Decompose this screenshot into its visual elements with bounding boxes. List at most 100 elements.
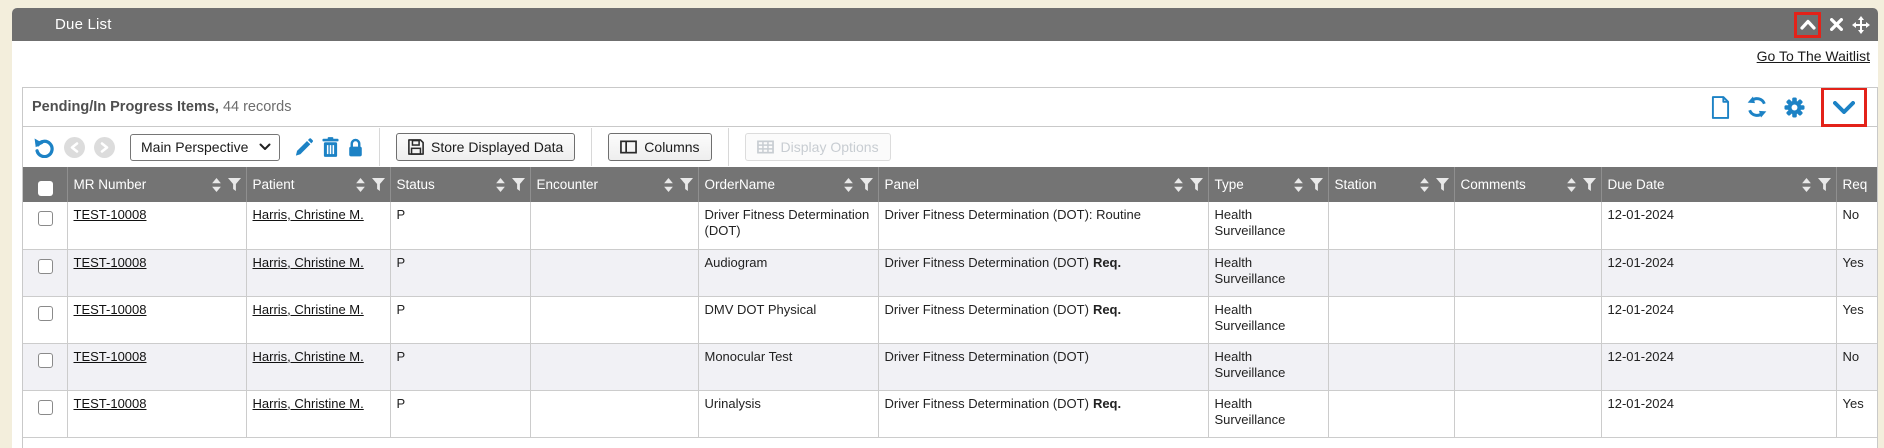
refresh-icon[interactable] <box>1746 96 1768 118</box>
prev-icon[interactable] <box>64 137 85 158</box>
sort-icon[interactable] <box>212 178 221 192</box>
sort-icon[interactable] <box>1420 178 1429 192</box>
col-header-encounter[interactable]: Encounter <box>530 167 698 202</box>
sort-icon[interactable] <box>1174 178 1183 192</box>
sort-icon[interactable] <box>844 178 853 192</box>
due-list-table: MR Number Patient Status Encounter Order… <box>23 167 1878 438</box>
filter-icon[interactable] <box>512 178 525 191</box>
filter-icon[interactable] <box>1818 178 1831 191</box>
filter-icon[interactable] <box>1190 178 1203 191</box>
col-header-mr-number[interactable]: MR Number <box>67 167 246 202</box>
lock-icon[interactable] <box>348 138 363 157</box>
sort-icon[interactable] <box>1567 178 1576 192</box>
mr-number-link[interactable]: TEST-10008 <box>74 349 147 364</box>
select-chevron-icon <box>259 143 271 151</box>
sort-icon[interactable] <box>1294 178 1303 192</box>
col-header-due-date[interactable]: Due Date <box>1601 167 1836 202</box>
col-header-comments[interactable]: Comments <box>1454 167 1601 202</box>
ordername-cell: Audiogram <box>698 249 878 296</box>
store-button-label: Store Displayed Data <box>431 139 563 155</box>
trash-icon[interactable] <box>322 137 339 157</box>
due-date-cell: 12-01-2024 <box>1601 202 1836 249</box>
due-date-cell: 12-01-2024 <box>1601 390 1836 437</box>
undo-icon[interactable] <box>34 137 55 158</box>
close-icon[interactable] <box>1830 18 1843 31</box>
filter-icon[interactable] <box>680 178 693 191</box>
filter-icon[interactable] <box>1583 178 1596 191</box>
filter-icon[interactable] <box>1436 178 1449 191</box>
panel-cell: Driver Fitness Determination (DOT) <box>878 343 1208 390</box>
row-checkbox[interactable] <box>38 400 53 415</box>
comments-cell <box>1454 296 1601 343</box>
patient-link[interactable]: Harris, Christine M. <box>253 207 364 223</box>
columns-icon <box>620 140 637 154</box>
sort-icon[interactable] <box>1802 178 1811 192</box>
columns-button[interactable]: Columns <box>608 133 711 161</box>
mr-number-link[interactable]: TEST-10008 <box>74 302 147 317</box>
mr-number-link[interactable]: TEST-10008 <box>74 255 147 270</box>
header-row: MR Number Patient Status Encounter Order… <box>23 167 1878 202</box>
req-cell: Yes <box>1836 296 1878 343</box>
ordername-cell: Urinalysis <box>698 390 878 437</box>
gear-icon[interactable] <box>1784 97 1805 118</box>
pencil-icon[interactable] <box>294 138 313 157</box>
station-cell <box>1328 343 1454 390</box>
row-checkbox[interactable] <box>38 306 53 321</box>
station-cell <box>1328 390 1454 437</box>
col-header-patient[interactable]: Patient <box>246 167 390 202</box>
row-checkbox[interactable] <box>38 353 53 368</box>
mr-number-link[interactable]: TEST-10008 <box>74 207 147 222</box>
type-cell: Health Surveillance <box>1208 390 1328 437</box>
mr-number-link[interactable]: TEST-10008 <box>74 396 147 411</box>
perspective-select[interactable]: Main Perspective <box>130 134 280 161</box>
row-checkbox[interactable] <box>38 211 53 226</box>
station-cell <box>1328 249 1454 296</box>
station-cell <box>1328 202 1454 249</box>
type-cell: Health Surveillance <box>1208 343 1328 390</box>
comments-cell <box>1454 202 1601 249</box>
station-cell <box>1328 296 1454 343</box>
next-icon[interactable] <box>94 137 115 158</box>
filter-icon[interactable] <box>860 178 873 191</box>
select-all-checkbox[interactable] <box>38 181 53 196</box>
col-header-req[interactable]: Req <box>1836 167 1878 202</box>
chevron-up-icon[interactable] <box>1800 19 1816 30</box>
display-options-button: Display Options <box>745 133 891 161</box>
new-document-icon[interactable] <box>1711 96 1730 119</box>
move-icon[interactable] <box>1852 16 1870 34</box>
sort-icon[interactable] <box>664 178 673 192</box>
section-header: Pending/In Progress Items,44 records <box>23 88 1877 127</box>
due-date-cell: 12-01-2024 <box>1601 296 1836 343</box>
patient-link[interactable]: Harris, Christine M. <box>253 349 364 365</box>
col-header-station[interactable]: Station <box>1328 167 1454 202</box>
table-row: TEST-10008 Harris, Christine M. P Monocu… <box>23 343 1878 390</box>
row-checkbox[interactable] <box>38 259 53 274</box>
chevron-down-icon[interactable] <box>1833 101 1855 114</box>
patient-link[interactable]: Harris, Christine M. <box>253 396 364 412</box>
status-cell: P <box>390 390 530 437</box>
encounter-cell <box>530 202 698 249</box>
panel-title: Due List <box>12 16 112 33</box>
filter-icon[interactable] <box>228 178 241 191</box>
status-cell: P <box>390 343 530 390</box>
filter-icon[interactable] <box>1310 178 1323 191</box>
sort-icon[interactable] <box>496 178 505 192</box>
select-all-header[interactable] <box>23 167 67 202</box>
store-displayed-data-button[interactable]: Store Displayed Data <box>396 133 575 161</box>
filter-icon[interactable] <box>372 178 385 191</box>
col-header-status[interactable]: Status <box>390 167 530 202</box>
col-header-type[interactable]: Type <box>1208 167 1328 202</box>
col-header-panel[interactable]: Panel <box>878 167 1208 202</box>
col-header-ordername[interactable]: OrderName <box>698 167 878 202</box>
grid-icon <box>757 140 774 154</box>
section-title-text: Pending/In Progress Items, <box>32 99 219 115</box>
status-cell: P <box>390 202 530 249</box>
link-row: Go To The Waitlist <box>12 41 1878 68</box>
sort-icon[interactable] <box>356 178 365 192</box>
go-to-waitlist-link[interactable]: Go To The Waitlist <box>1757 48 1870 64</box>
patient-link[interactable]: Harris, Christine M. <box>253 302 364 318</box>
table-row: TEST-10008 Harris, Christine M. P DMV DO… <box>23 296 1878 343</box>
encounter-cell <box>530 249 698 296</box>
patient-link[interactable]: Harris, Christine M. <box>253 255 364 271</box>
type-cell: Health Surveillance <box>1208 202 1328 249</box>
